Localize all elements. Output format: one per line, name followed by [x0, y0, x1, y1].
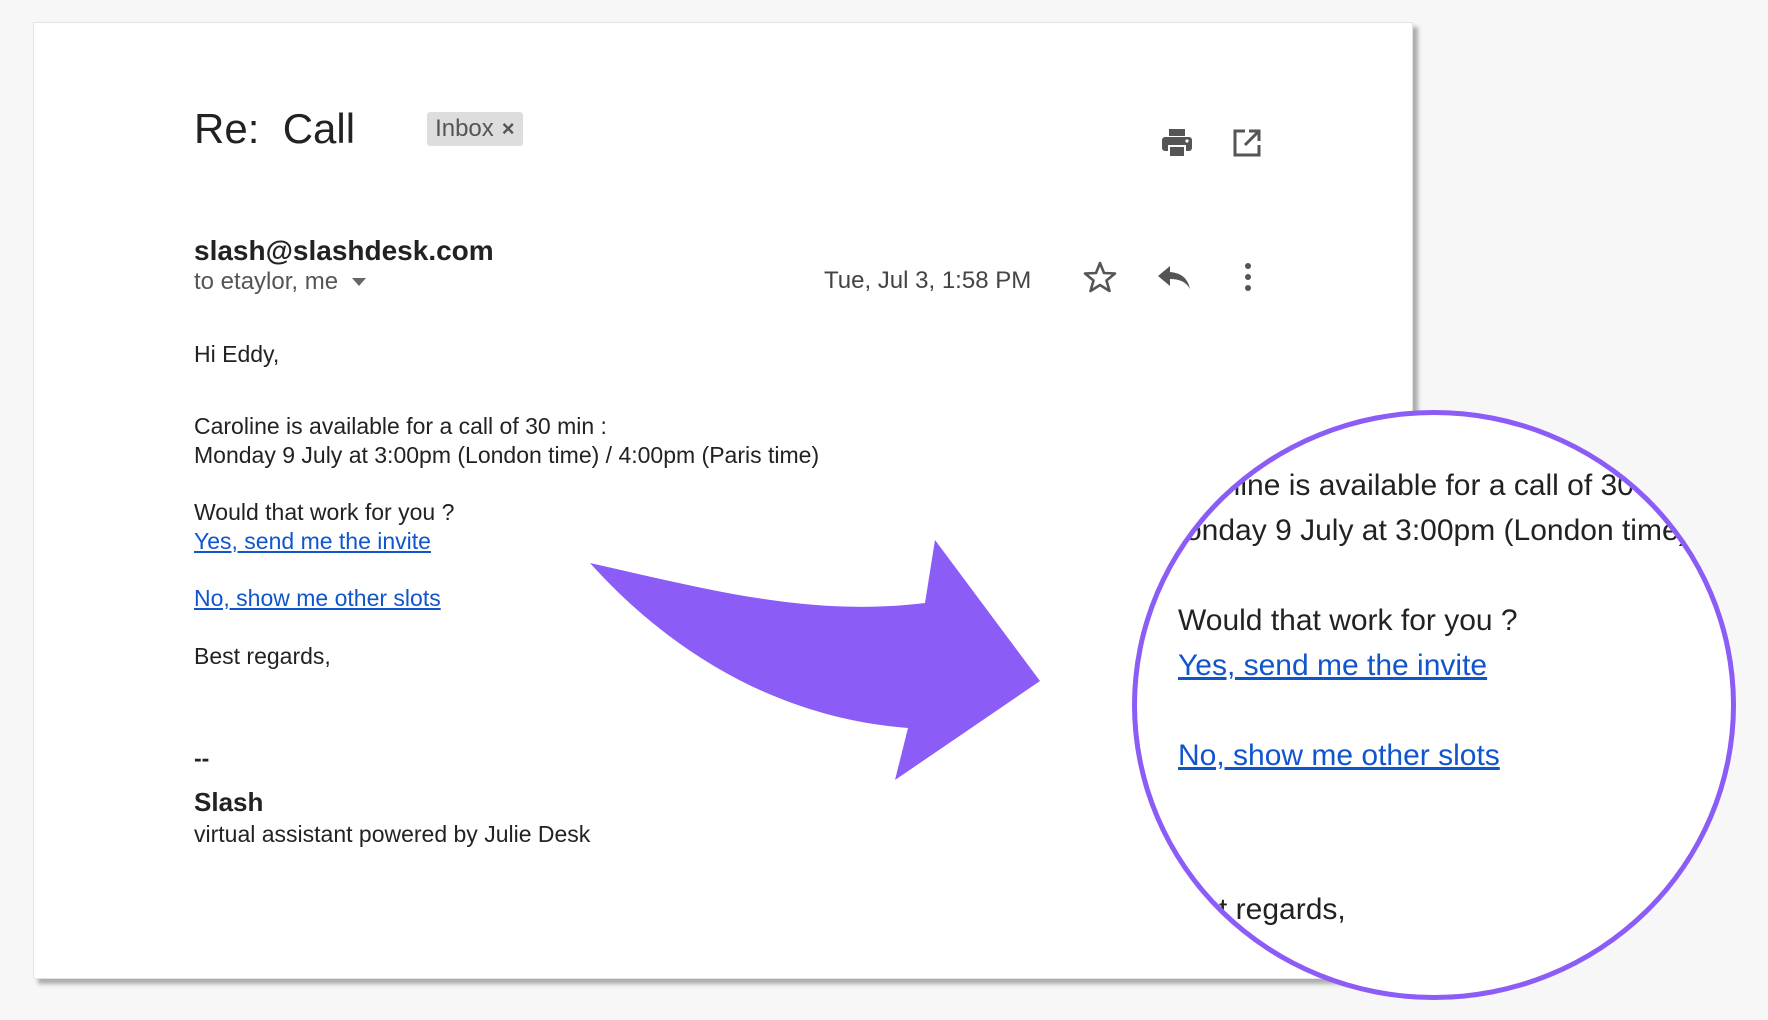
inbox-label-chip[interactable]: Inbox × [427, 112, 523, 146]
reply-icon[interactable] [1156, 259, 1192, 295]
sender-email: slash@slashdesk.com [194, 235, 494, 266]
signature-name: Slash [194, 787, 264, 817]
zoom-question-line: Would that work for you ? [1178, 604, 1518, 637]
recipients-text: to etaylor, me [194, 268, 339, 295]
closing-line: Best regards, [194, 643, 331, 669]
arrow-graphic [590, 540, 1040, 780]
signature-tagline: virtual assistant powered by Julie Desk [194, 821, 591, 847]
subject-row: Re: Call Inbox × [194, 105, 523, 153]
thread-actions [1159, 125, 1265, 161]
more-vertical-icon[interactable] [1230, 259, 1266, 295]
no-other-slots-link[interactable]: No, show me other slots [194, 585, 441, 611]
print-icon[interactable] [1159, 125, 1195, 161]
chevron-down-icon[interactable] [352, 278, 367, 286]
email-subject: Re: Call [194, 105, 356, 152]
message-actions [1082, 259, 1266, 295]
greeting: Hi Eddy, [194, 341, 280, 367]
availability-line: Caroline is available for a call of 30 m… [194, 413, 607, 439]
email-date: Tue, Jul 3, 1:58 PM [824, 267, 1032, 294]
recipients: to etaylor, me [194, 268, 367, 296]
magnifier-circle: oline is available for a call of 30 m on… [1132, 410, 1736, 1000]
signature-separator: -- [194, 745, 210, 771]
yes-send-invite-link[interactable]: Yes, send me the invite [194, 528, 431, 554]
zoom-no-other-slots-link[interactable]: No, show me other slots [1178, 739, 1500, 772]
zoom-slot-line: onday 9 July at 3:00pm (London time) [1185, 514, 1689, 547]
inbox-label-text: Inbox [435, 115, 494, 142]
zoom-availability-line: oline is available for a call of 30 m [1217, 469, 1668, 502]
zoom-closing-line: t regards, [1219, 893, 1346, 926]
zoom-no-link-wrapper: No, show me other slots [1178, 739, 1500, 773]
zoom-yes-link-wrapper: Yes, send me the invite [1178, 649, 1487, 683]
open-in-new-window-icon[interactable] [1229, 125, 1265, 161]
remove-label-icon[interactable]: × [502, 116, 515, 142]
yes-link-wrapper: Yes, send me the invite [194, 528, 431, 555]
question-line: Would that work for you ? [194, 499, 455, 525]
no-link-wrapper: No, show me other slots [194, 585, 441, 612]
stage: Re: Call Inbox × slash@slashdesk.com to … [0, 0, 1768, 1020]
slot-line: Monday 9 July at 3:00pm (London time) / … [194, 442, 820, 468]
zoom-yes-send-invite-link[interactable]: Yes, send me the invite [1178, 649, 1487, 682]
star-icon[interactable] [1082, 259, 1118, 295]
